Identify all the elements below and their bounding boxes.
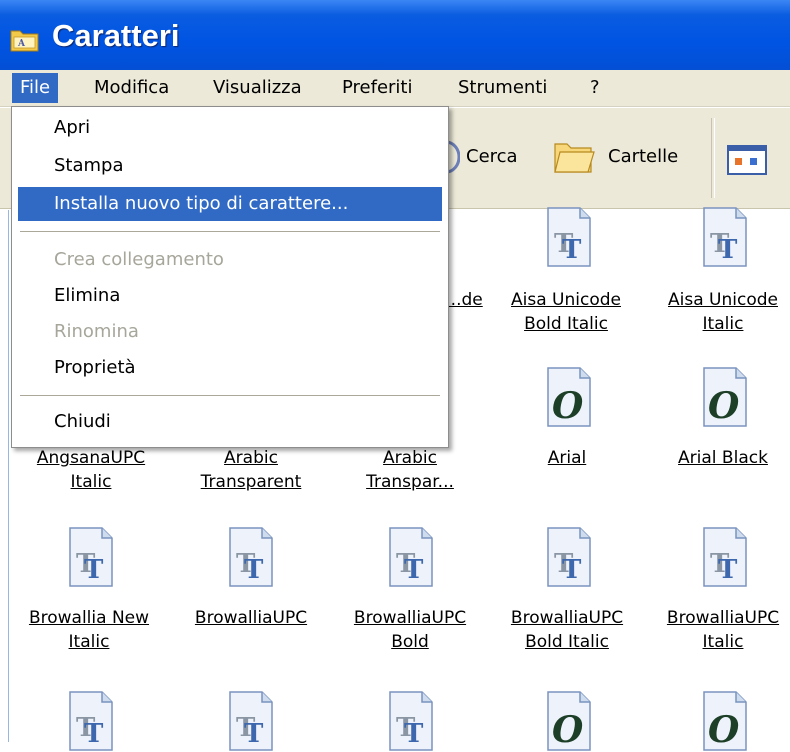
- svg-text:T: T: [718, 555, 738, 585]
- font-file-icon[interactable]: T T: [226, 526, 276, 588]
- font-file-icon[interactable]: T T: [386, 690, 436, 752]
- views-icon: [727, 145, 767, 175]
- svg-text:T: T: [244, 719, 264, 749]
- font-label[interactable]: Arabic Transpar...: [340, 446, 480, 494]
- svg-text:O: O: [552, 709, 584, 751]
- menu-item-apri[interactable]: Apri: [18, 111, 442, 145]
- menu-item-stampa[interactable]: Stampa: [18, 149, 442, 183]
- font-label[interactable]: Browallia New Italic: [14, 606, 164, 654]
- font-file-icon[interactable]: T T: [544, 206, 594, 268]
- font-label[interactable]: BrowalliaUPC Italic: [656, 606, 790, 654]
- font-file-icon[interactable]: O: [544, 366, 594, 428]
- menu-help[interactable]: ?: [582, 73, 608, 103]
- svg-text:T: T: [562, 555, 582, 585]
- font-label[interactable]: BrowalliaUPC Bold Italic: [496, 606, 638, 654]
- menu-strumenti[interactable]: Strumenti: [450, 73, 555, 103]
- svg-text:T: T: [404, 555, 424, 585]
- font-file-icon[interactable]: T T: [700, 206, 750, 268]
- svg-text:T: T: [84, 719, 104, 749]
- svg-text:T: T: [718, 235, 738, 265]
- font-label[interactable]: Aisa Unicode Bold Italic: [496, 288, 636, 336]
- search-button[interactable]: Cerca: [446, 140, 536, 176]
- svg-text:O: O: [708, 709, 740, 751]
- menu-separator: [20, 395, 440, 396]
- font-file-icon[interactable]: T T: [66, 690, 116, 752]
- folders-icon: [554, 143, 595, 173]
- menu-modifica[interactable]: Modifica: [86, 73, 177, 103]
- file-menu-dropdown: Apri Stampa Installa nuovo tipo di carat…: [11, 106, 449, 448]
- svg-text:T: T: [404, 719, 424, 749]
- font-label[interactable]: BrowalliaUPC: [178, 606, 324, 630]
- font-file-icon[interactable]: O: [700, 366, 750, 428]
- svg-text:T: T: [562, 235, 582, 265]
- menu-item-elimina[interactable]: Elimina: [18, 279, 442, 313]
- window-title: Caratteri: [52, 18, 180, 53]
- search-label: Cerca: [466, 146, 518, 167]
- folders-label: Cartelle: [608, 146, 679, 167]
- menu-file[interactable]: File: [12, 73, 59, 103]
- font-label[interactable]: Aisa Unicode Italic: [656, 288, 790, 336]
- menu-item-chiudi[interactable]: Chiudi: [18, 405, 442, 439]
- folder-fonts-icon: A: [10, 30, 39, 52]
- svg-text:O: O: [708, 385, 740, 427]
- folders-button[interactable]: Cartelle: [552, 134, 702, 180]
- menu-preferiti[interactable]: Preferiti: [334, 73, 421, 103]
- svg-text:T: T: [244, 555, 264, 585]
- font-file-icon[interactable]: T T: [226, 690, 276, 752]
- menu-item-crea-collegamento: Crea collegamento: [54, 249, 224, 270]
- svg-text:O: O: [552, 385, 584, 427]
- font-file-icon[interactable]: T T: [66, 526, 116, 588]
- font-label[interactable]: ...de: [444, 288, 484, 312]
- menu-bar: File Modifica Visualizza Preferiti Strum…: [0, 70, 790, 107]
- menu-visualizza[interactable]: Visualizza: [205, 73, 310, 103]
- font-label[interactable]: AngsanaUPC Italic: [20, 446, 162, 494]
- font-label[interactable]: BrowalliaUPC Bold: [340, 606, 480, 654]
- content-left-border: [8, 210, 9, 742]
- font-label[interactable]: Arial: [500, 446, 634, 470]
- font-label[interactable]: Arial Black: [656, 446, 790, 470]
- views-button[interactable]: [726, 142, 770, 178]
- font-file-icon[interactable]: T T: [544, 526, 594, 588]
- menu-item-rinomina: Rinomina: [54, 321, 139, 342]
- svg-text:T: T: [84, 555, 104, 585]
- font-file-icon[interactable]: T T: [700, 526, 750, 588]
- font-file-icon[interactable]: T T: [386, 526, 436, 588]
- toolbar-separator: [711, 118, 715, 198]
- font-label[interactable]: Arabic Transparent: [178, 446, 324, 494]
- menu-item-proprieta[interactable]: Proprietà: [18, 351, 442, 385]
- menu-separator: [20, 231, 440, 232]
- font-file-icon[interactable]: O: [544, 690, 594, 752]
- menu-item-installa-carattere[interactable]: Installa nuovo tipo di carattere...: [18, 187, 442, 221]
- svg-text:A: A: [17, 39, 26, 49]
- font-file-icon[interactable]: O: [700, 690, 750, 752]
